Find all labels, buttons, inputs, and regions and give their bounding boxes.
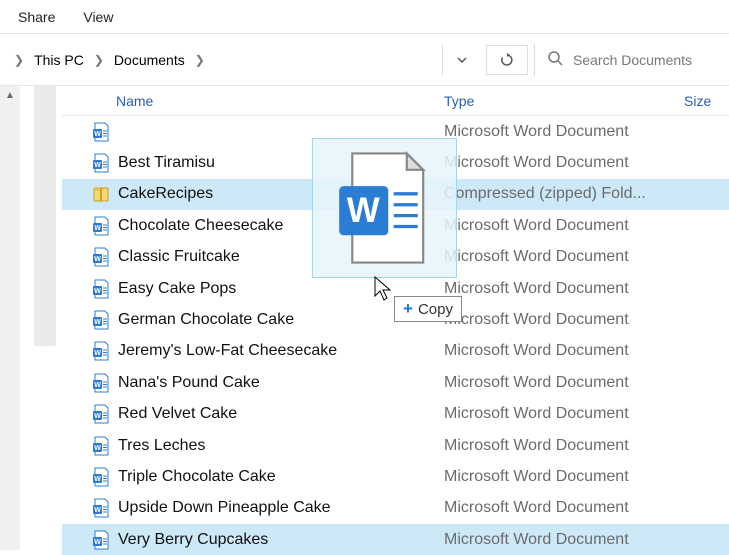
address-bar: ❯ This PC ❯ Documents ❯ Search Documents <box>0 34 729 86</box>
file-name: Jeremy's Low-Fat Cheesecake <box>116 342 444 360</box>
column-headers: Name Type Size <box>62 86 729 116</box>
breadcrumb-documents[interactable]: Documents <box>110 48 189 72</box>
svg-text:W: W <box>94 413 101 420</box>
word-document-icon: W <box>62 341 116 361</box>
search-placeholder: Search Documents <box>573 52 692 68</box>
file-name: Tres Leches <box>116 437 444 455</box>
word-document-icon: W <box>62 530 116 550</box>
breadcrumb[interactable]: ❯ This PC ❯ Documents ❯ <box>0 48 211 72</box>
file-type: Microsoft Word Document <box>444 217 684 235</box>
svg-text:W: W <box>94 445 101 452</box>
svg-text:W: W <box>94 256 101 263</box>
svg-text:W: W <box>94 225 101 232</box>
main-area: ▲ Name Type Size W Microsoft Word Documen… <box>0 86 729 550</box>
search-box[interactable]: Search Documents <box>534 44 729 76</box>
file-type: Compressed (zipped) Fold... <box>444 185 684 203</box>
svg-text:W: W <box>94 131 101 138</box>
svg-text:W: W <box>94 507 101 514</box>
file-type: Microsoft Word Document <box>444 154 684 172</box>
file-type: Microsoft Word Document <box>444 437 684 455</box>
word-document-icon: W <box>62 122 116 142</box>
file-type: Microsoft Word Document <box>444 280 684 298</box>
chevron-right-icon[interactable]: ❯ <box>88 53 110 67</box>
svg-text:W: W <box>94 288 101 295</box>
svg-text:W: W <box>94 382 101 389</box>
svg-text:W: W <box>94 162 101 169</box>
scroll-up-icon[interactable]: ▲ <box>0 90 20 101</box>
file-type: Microsoft Word Document <box>444 342 684 360</box>
drop-action-label: Copy <box>418 301 453 318</box>
svg-text:W: W <box>94 350 101 357</box>
svg-text:W: W <box>346 191 379 230</box>
column-header-size[interactable]: Size <box>684 93 729 109</box>
chevron-right-icon[interactable]: ❯ <box>189 53 211 67</box>
file-name: Upside Down Pineapple Cake <box>116 499 444 517</box>
breadcrumb-this-pc[interactable]: This PC <box>30 48 88 72</box>
file-type: Microsoft Word Document <box>444 248 684 266</box>
column-header-type[interactable]: Type <box>444 93 684 109</box>
file-type: Microsoft Word Document <box>444 499 684 517</box>
file-type: Microsoft Word Document <box>444 374 684 392</box>
word-document-icon: W <box>62 436 116 456</box>
address-dropdown-button[interactable] <box>442 45 480 75</box>
svg-text:W: W <box>94 539 101 546</box>
zip-folder-icon <box>62 184 116 204</box>
top-menu: Share View <box>0 0 729 34</box>
file-name: Nana's Pound Cake <box>116 374 444 392</box>
file-list: Name Type Size WMicrosoft Word DocumentW… <box>62 86 729 550</box>
nav-pane[interactable] <box>20 86 62 550</box>
file-name: Very Berry Cupcakes <box>116 531 444 549</box>
menu-view[interactable]: View <box>69 3 127 31</box>
file-name: Triple Chocolate Cake <box>116 468 444 486</box>
file-type: Microsoft Word Document <box>444 123 684 141</box>
table-row[interactable]: W Nana's Pound CakeMicrosoft Word Documen… <box>62 367 729 398</box>
file-name: Easy Cake Pops <box>116 280 444 298</box>
chevron-down-icon <box>456 54 468 66</box>
word-document-icon: W <box>62 373 116 393</box>
file-type: Microsoft Word Document <box>444 468 684 486</box>
file-name: Red Velvet Cake <box>116 405 444 423</box>
svg-text:W: W <box>94 319 101 326</box>
table-row[interactable]: W Upside Down Pineapple CakeMicrosoft Wor… <box>62 493 729 524</box>
table-row[interactable]: W Jeremy's Low-Fat CheesecakeMicrosoft Wo… <box>62 336 729 367</box>
word-document-large-icon: W <box>325 148 445 268</box>
search-icon <box>547 50 563 69</box>
nav-selection-highlight <box>34 86 56 346</box>
word-document-icon: W <box>62 467 116 487</box>
refresh-icon <box>499 52 515 68</box>
file-type: Microsoft Word Document <box>444 405 684 423</box>
svg-text:W: W <box>94 476 101 483</box>
word-document-icon: W <box>62 247 116 267</box>
drag-preview: W <box>312 138 457 278</box>
plus-icon: + <box>403 299 413 319</box>
menu-share[interactable]: Share <box>4 3 69 31</box>
table-row[interactable]: W Very Berry CupcakesMicrosoft Word Docum… <box>62 524 729 555</box>
file-type: Microsoft Word Document <box>444 311 684 329</box>
word-document-icon: W <box>62 153 116 173</box>
table-row[interactable]: W Red Velvet CakeMicrosoft Word Document <box>62 399 729 430</box>
table-row[interactable]: W Triple Chocolate CakeMicrosoft Word Doc… <box>62 461 729 492</box>
column-header-name[interactable]: Name <box>62 93 444 109</box>
table-row[interactable]: W Tres LechesMicrosoft Word Document <box>62 430 729 461</box>
word-document-icon: W <box>62 404 116 424</box>
drop-action-badge: + Copy <box>394 296 462 322</box>
word-document-icon: W <box>62 498 116 518</box>
word-document-icon: W <box>62 216 116 236</box>
word-document-icon: W <box>62 279 116 299</box>
file-type: Microsoft Word Document <box>444 531 684 549</box>
refresh-button[interactable] <box>486 45 528 75</box>
chevron-right-icon[interactable]: ❯ <box>8 53 30 67</box>
nav-scrollbar[interactable]: ▲ <box>0 86 20 550</box>
word-document-icon: W <box>62 310 116 330</box>
